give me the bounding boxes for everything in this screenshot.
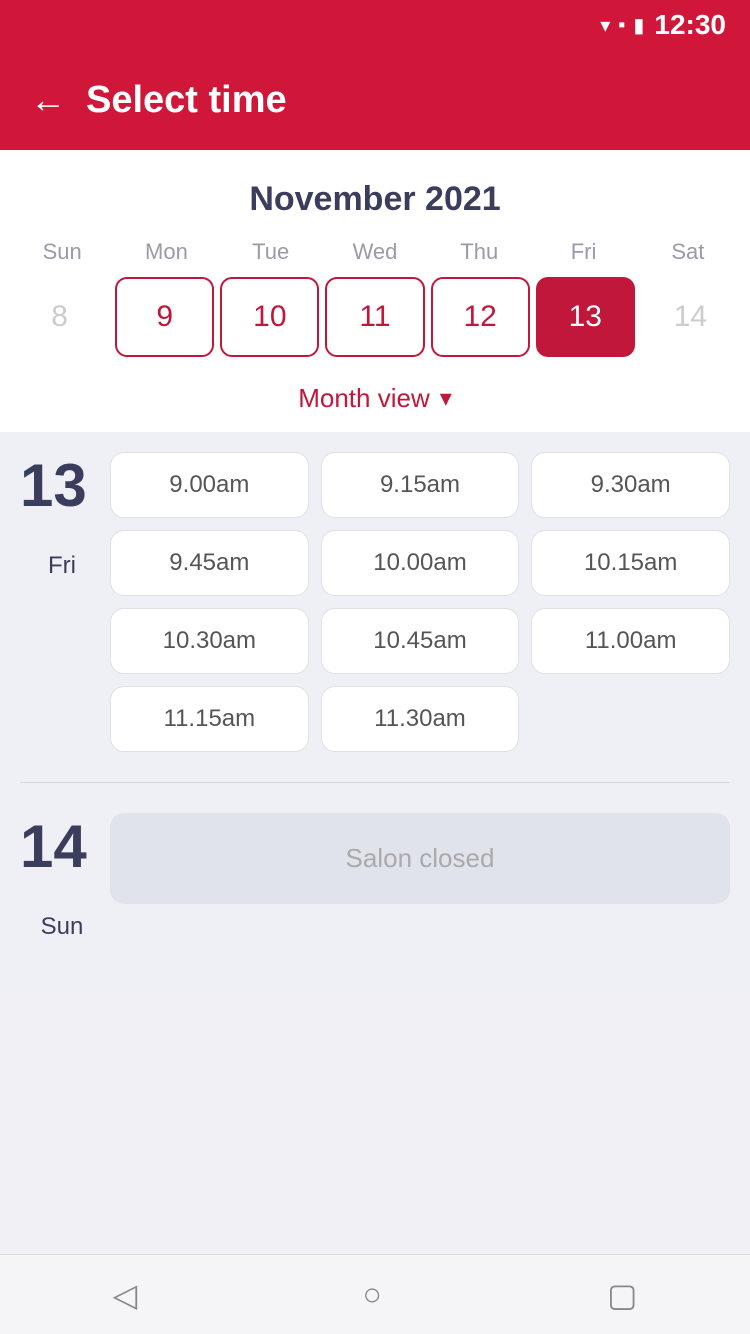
salon-closed-label: Salon closed (110, 813, 730, 904)
section-divider (20, 782, 730, 783)
nav-back-icon[interactable]: ◁ (113, 1276, 138, 1314)
weekday-label: Tue (219, 235, 323, 269)
chevron-down-icon: ▾ (440, 384, 452, 413)
weekday-label: Wed (323, 235, 427, 269)
bottom-nav: ◁ ○ ▢ (0, 1254, 750, 1334)
weekday-label: Sun (10, 235, 114, 269)
calendar-day[interactable]: 9 (115, 277, 214, 357)
day-name: Sun (41, 913, 84, 941)
signal-icon: ▪ (618, 14, 625, 37)
time-slot[interactable]: 11.00am (531, 608, 730, 674)
weekday-label: Sat (636, 235, 740, 269)
time-slot[interactable]: 9.00am (110, 452, 309, 518)
days-row: 891011121314 (0, 277, 750, 373)
calendar-day[interactable]: 10 (220, 277, 319, 357)
status-icons: ▾ ▪ ▮ (600, 13, 644, 38)
time-slot[interactable]: 10.00am (321, 530, 520, 596)
page-title: Select time (86, 79, 287, 122)
weekday-label: Thu (427, 235, 531, 269)
month-view-label: Month view (298, 383, 430, 414)
time-slot[interactable]: 10.15am (531, 530, 730, 596)
calendar-section: November 2021 SunMonTueWedThuFriSat 8910… (0, 150, 750, 432)
calendar-day[interactable]: 11 (325, 277, 424, 357)
calendar-day[interactable]: 12 (431, 277, 530, 357)
month-title: November 2021 (0, 170, 750, 235)
time-slot[interactable]: 9.15am (321, 452, 520, 518)
time-slot[interactable]: 10.45am (321, 608, 520, 674)
month-view-toggle[interactable]: Month view ▾ (0, 373, 750, 432)
time-slots-section: 13 Fri 9.00am9.15am9.30am 9.45am10.00am10.1… (0, 432, 750, 991)
nav-recent-icon[interactable]: ▢ (607, 1276, 637, 1314)
weekday-label: Mon (114, 235, 218, 269)
time-slot[interactable]: 10.30am (110, 608, 309, 674)
weekday-row: SunMonTueWedThuFriSat (0, 235, 750, 269)
day-number: 14 (20, 817, 100, 877)
wifi-icon: ▾ (600, 13, 610, 38)
calendar-day: 8 (10, 277, 109, 357)
calendar-day[interactable]: 13 (536, 277, 635, 357)
weekday-label: Fri (531, 235, 635, 269)
day-section: 14 Sun Salon closed (20, 813, 730, 941)
time-slot[interactable]: 11.30am (321, 686, 520, 752)
time-slot[interactable]: 11.15am (110, 686, 309, 752)
time-slot[interactable]: 9.30am (531, 452, 730, 518)
day-name: Fri (48, 552, 76, 580)
time-slot[interactable]: 9.45am (110, 530, 309, 596)
status-bar: ▾ ▪ ▮ 12:30 (0, 0, 750, 50)
back-button[interactable]: ← (30, 82, 66, 118)
day-section: 13 Fri 9.00am9.15am9.30am 9.45am10.00am10.1… (20, 452, 730, 752)
battery-icon: ▮ (633, 13, 644, 38)
nav-home-icon[interactable]: ○ (363, 1276, 382, 1313)
status-time: 12:30 (654, 9, 726, 41)
calendar-day: 14 (641, 277, 740, 357)
day-number: 13 (20, 456, 100, 516)
app-header: ← Select time (0, 50, 750, 150)
